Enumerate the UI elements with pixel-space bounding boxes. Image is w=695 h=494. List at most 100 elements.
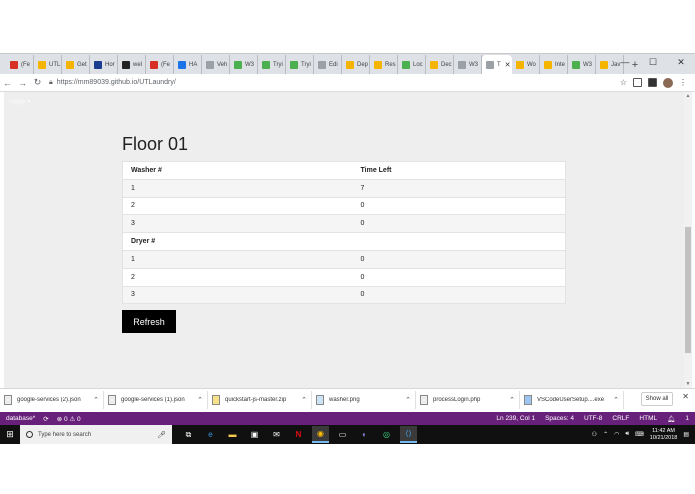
action-center-icon[interactable]: ▤ xyxy=(683,431,689,438)
edge-icon[interactable]: e xyxy=(202,426,219,443)
download-item[interactable]: google-services (2).json ⌃ xyxy=(0,390,104,409)
language-mode[interactable]: HTML xyxy=(639,415,657,423)
chevron-up-icon[interactable]: ⌃ xyxy=(613,396,623,404)
forward-button[interactable]: → xyxy=(15,75,30,91)
browser-tab[interactable]: HA xyxy=(174,55,202,74)
browser-tab[interactable]: Hor xyxy=(90,55,118,74)
mail-icon[interactable]: ✉ xyxy=(268,426,285,443)
extension-icon-2[interactable] xyxy=(648,78,657,87)
chevron-up-icon[interactable]: ⌃ xyxy=(93,396,103,404)
minimize-button[interactable]: — xyxy=(611,54,639,70)
sync-icon[interactable]: ⟳ xyxy=(43,415,48,423)
laundry-table: Washer # Time Left 1 7 2 0 3 0 Dryer # 1… xyxy=(122,161,566,305)
close-tab-icon[interactable]: ✕ xyxy=(505,61,511,69)
profile-avatar[interactable] xyxy=(663,77,673,88)
people-icon[interactable]: ⚇ xyxy=(592,431,597,438)
browser-tab[interactable]: Tryi xyxy=(258,55,286,74)
clock[interactable]: 11:42 AM 10/21/2018 xyxy=(650,428,678,442)
browser-tab[interactable]: W3 xyxy=(230,55,258,74)
bookmark-star-icon[interactable]: ☆ xyxy=(620,78,627,87)
chrome-icon[interactable]: ◉ xyxy=(312,426,329,443)
time: 11:42 AM xyxy=(652,427,675,434)
zip-file-icon xyxy=(212,394,220,405)
terminal-icon[interactable]: ▭ xyxy=(334,426,351,443)
line-ending[interactable]: CRLF xyxy=(612,415,629,423)
cursor-position[interactable]: Ln 239, Col 1 xyxy=(496,415,535,423)
browser-tab[interactable]: Inte xyxy=(540,55,568,74)
browser-tab[interactable]: Tryi xyxy=(286,55,314,74)
extension-icon[interactable] xyxy=(633,78,642,87)
browser-tab[interactable]: Loc xyxy=(398,55,426,74)
close-downloads-icon[interactable]: ✕ xyxy=(682,392,689,401)
browser-tab[interactable]: Get xyxy=(62,55,90,74)
notification-bell-icon[interactable]: 🔔︎ xyxy=(667,415,675,423)
git-branch[interactable]: database* xyxy=(6,415,35,423)
nav-toggle[interactable]: Toggle ▾ xyxy=(8,98,30,105)
menu-icon[interactable]: ⋮ xyxy=(679,78,687,87)
refresh-button[interactable]: Refresh xyxy=(122,310,176,333)
back-button[interactable]: ← xyxy=(0,75,15,91)
encoding[interactable]: UTF-8 xyxy=(584,415,602,423)
keyboard-icon[interactable]: ⌨ xyxy=(635,431,644,438)
browser-tab[interactable]: (Fe xyxy=(146,55,174,74)
browser-tab[interactable]: (Fe xyxy=(6,55,34,74)
scroll-up-arrow-icon[interactable]: ▲ xyxy=(684,92,692,100)
vscode-icon[interactable]: ⟨⟩ xyxy=(400,426,417,443)
store-icon[interactable]: ▣ xyxy=(246,426,263,443)
reload-button[interactable]: ↻ xyxy=(30,75,45,91)
tab-label: Edi xyxy=(329,61,338,68)
browser-tab[interactable]: Dep xyxy=(342,55,370,74)
indentation[interactable]: Spaces: 4 xyxy=(545,415,574,423)
page-scrollbar[interactable]: ▲ ▼ xyxy=(684,92,692,388)
download-item[interactable]: VSCodeUserSetup....exe ⌃ xyxy=(520,390,624,409)
download-item[interactable]: processLogin.php ⌃ xyxy=(416,390,520,409)
file-icon xyxy=(108,394,116,405)
chevron-up-icon[interactable]: ⌃ xyxy=(301,396,311,404)
microphone-icon[interactable]: 🎤︎ xyxy=(157,431,166,439)
chevron-up-icon[interactable]: ⌃ xyxy=(197,396,207,404)
taskbar-apps: ⧉ e ▬ ▣ ✉ N ◉ ▭ ◐ ◎ ⟨⟩ xyxy=(172,426,417,443)
android-studio-icon[interactable]: ◎ xyxy=(378,426,395,443)
browser-tab[interactable]: wel xyxy=(118,55,146,74)
scrollbar-thumb[interactable] xyxy=(685,227,691,353)
maximize-button[interactable]: ☐ xyxy=(639,54,667,70)
task-view-icon[interactable]: ⧉ xyxy=(180,426,197,443)
network-icon[interactable]: ◠ xyxy=(614,431,619,438)
taskbar-search[interactable]: Type here to search 🎤︎ xyxy=(20,425,172,444)
chevron-up-icon[interactable]: ⌃ xyxy=(509,396,519,404)
browser-tab[interactable]: UTL xyxy=(34,55,62,74)
tab-label: Hor xyxy=(105,61,115,68)
browser-tab[interactable]: W3 xyxy=(568,55,596,74)
download-item[interactable]: google-services (1).json ⌃ xyxy=(104,390,208,409)
file-explorer-icon[interactable]: ▬ xyxy=(224,426,241,443)
address-bar[interactable]: 🔒︎ https://mm89039.github.io/UTLaundry/ xyxy=(49,76,612,90)
time-left: 0 xyxy=(352,196,566,215)
tab-favicon-icon xyxy=(178,60,186,69)
browser-tab[interactable]: Veh xyxy=(202,55,230,74)
close-window-button[interactable]: ✕ xyxy=(667,54,695,70)
chevron-up-icon[interactable]: ⌃ xyxy=(405,396,415,404)
browser-tab[interactable]: Dec xyxy=(426,55,454,74)
time-left: 0 xyxy=(352,214,566,233)
url-text[interactable]: https://mm89039.github.io/UTLaundry/ xyxy=(57,79,176,86)
app-icon[interactable]: ◐ xyxy=(356,426,373,443)
notification-count[interactable]: 1 xyxy=(685,415,689,423)
installer-file-icon xyxy=(524,394,532,405)
download-item[interactable]: quickstart-js-master.zip ⌃ xyxy=(208,390,312,409)
windows-start-icon[interactable]: ⊞ xyxy=(0,425,20,444)
netflix-icon[interactable]: N xyxy=(290,426,307,443)
browser-tab[interactable]: W3 xyxy=(454,55,482,74)
volume-icon[interactable]: 🔊︎ xyxy=(625,431,629,438)
problems-count[interactable]: ⊗ 0 ⚠ 0 xyxy=(57,415,81,423)
browser-tab[interactable]: T ✕ xyxy=(482,55,512,74)
browser-tab[interactable]: Edi xyxy=(314,55,342,74)
chevron-up-icon[interactable]: ⌃ xyxy=(603,431,608,438)
browser-tab[interactable]: Wo xyxy=(512,55,540,74)
scroll-down-arrow-icon[interactable]: ▼ xyxy=(684,380,692,388)
table-row: 2 0 xyxy=(122,267,566,287)
show-all-button[interactable]: Show all xyxy=(641,392,673,406)
tab-label: Tryi xyxy=(301,61,311,68)
tab-favicon-icon xyxy=(486,60,494,69)
browser-tab[interactable]: Res xyxy=(370,55,398,74)
download-item[interactable]: washer.png ⌃ xyxy=(312,390,416,409)
